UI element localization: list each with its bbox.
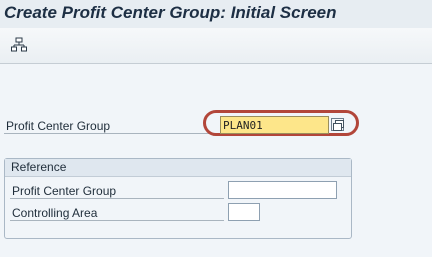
reference-group-title: Reference (11, 160, 67, 174)
profit-center-group-label: Profit Center Group (6, 119, 111, 133)
profit-center-group-input[interactable] (220, 116, 329, 134)
reference-group-header: Reference (5, 159, 351, 177)
page-title: Create Profit Center Group: Initial Scre… (4, 3, 337, 22)
controlling-area-label: Controlling Area (12, 206, 98, 220)
label-underline (10, 198, 224, 199)
hierarchy-icon[interactable] (11, 37, 27, 53)
reference-profit-center-group-label: Profit Center Group (12, 184, 117, 198)
reference-profit-center-group-input[interactable] (228, 181, 337, 199)
title-bar: Create Profit Center Group: Initial Scre… (0, 0, 432, 28)
controlling-area-input[interactable] (228, 203, 260, 221)
label-underline (4, 133, 218, 134)
label-underline (10, 220, 224, 221)
value-help-icon[interactable] (331, 118, 344, 131)
application-toolbar (0, 28, 432, 64)
